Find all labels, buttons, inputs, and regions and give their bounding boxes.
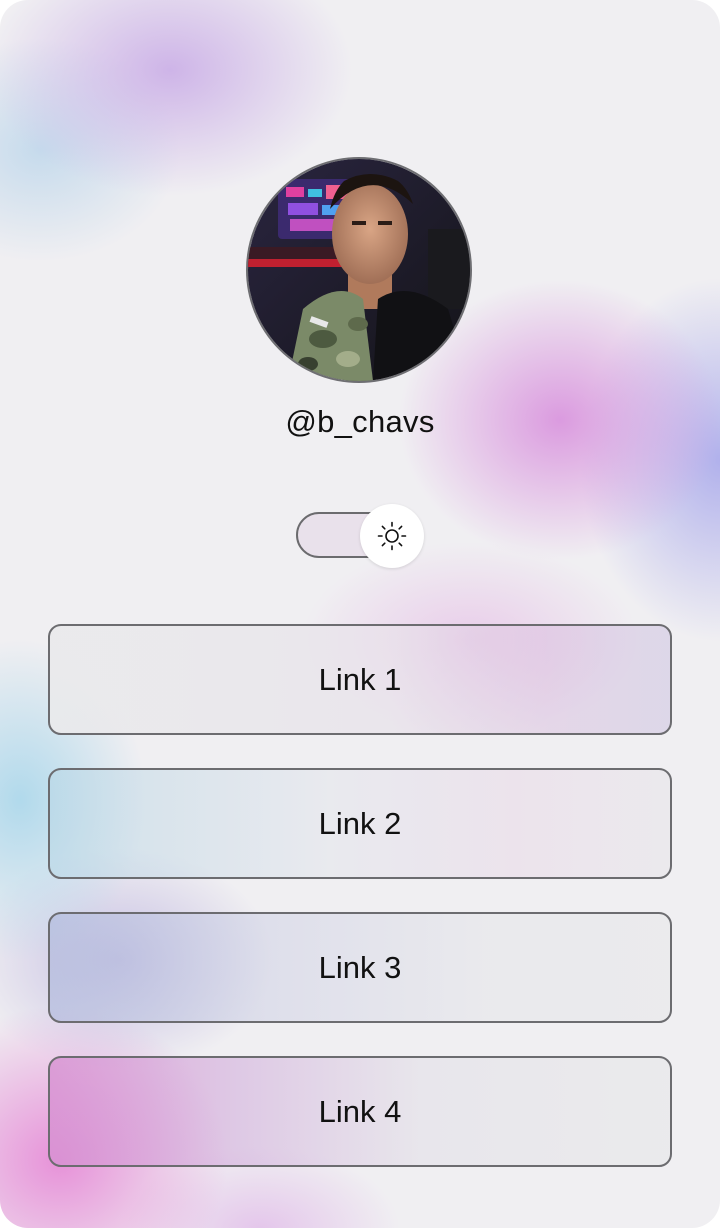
link-button-2[interactable]: Link 2	[48, 768, 672, 879]
avatar	[246, 157, 472, 383]
theme-toggle-knob[interactable]	[360, 504, 424, 568]
link-list: Link 1 Link 2 Link 3 Link 4	[48, 624, 672, 1200]
sun-icon	[377, 521, 407, 551]
link-button-3[interactable]: Link 3	[48, 912, 672, 1023]
link-button-1[interactable]: Link 1	[48, 624, 672, 735]
avatar-photo	[248, 159, 470, 381]
profile-handle: @b_chavs	[285, 404, 435, 439]
link-button-4[interactable]: Link 4	[48, 1056, 672, 1167]
profile-card: @b_chavs Link 1 Link 2 Link 3 Link 4	[0, 0, 720, 1228]
